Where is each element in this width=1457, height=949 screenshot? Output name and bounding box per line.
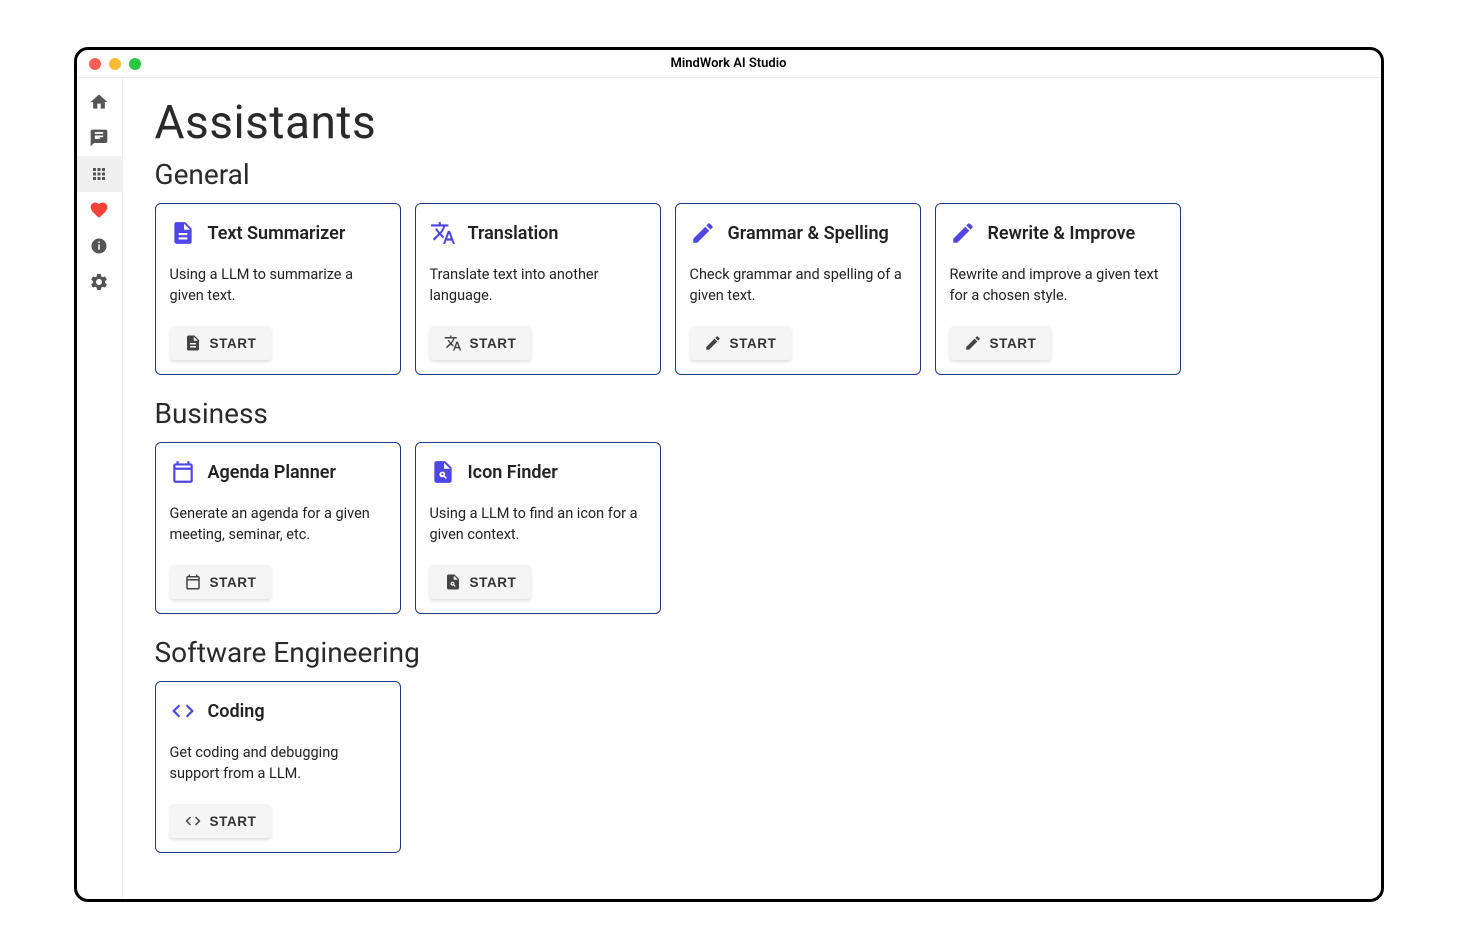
chat-icon bbox=[89, 128, 109, 148]
main-content: Assistants General Text Summarizer Using… bbox=[123, 78, 1381, 899]
document-icon bbox=[184, 334, 202, 352]
edit-icon bbox=[964, 334, 982, 352]
card-grid-general: Text Summarizer Using a LLM to summarize… bbox=[155, 203, 1349, 375]
section-title-business: Business bbox=[155, 397, 1349, 430]
find-icon bbox=[430, 459, 456, 485]
start-button-label: START bbox=[470, 575, 517, 590]
title-bar: MindWork AI Studio bbox=[77, 50, 1381, 78]
info-icon bbox=[90, 237, 108, 255]
sidebar-item-settings[interactable] bbox=[77, 264, 123, 300]
card-title: Text Summarizer bbox=[208, 223, 346, 244]
apps-icon bbox=[90, 165, 108, 183]
card-grid-business: Agenda Planner Generate an agenda for a … bbox=[155, 442, 1349, 614]
sidebar-item-favorite[interactable] bbox=[77, 192, 123, 228]
section-title-software-engineering: Software Engineering bbox=[155, 636, 1349, 669]
start-button-label: START bbox=[210, 814, 257, 829]
start-button-label: START bbox=[990, 336, 1037, 351]
card-coding: Coding Get coding and debugging support … bbox=[155, 681, 401, 853]
edit-icon bbox=[950, 220, 976, 246]
card-translation: Translation Translate text into another … bbox=[415, 203, 661, 375]
card-title: Grammar & Spelling bbox=[728, 223, 889, 244]
card-description: Generate an agenda for a given meeting, … bbox=[170, 503, 386, 545]
start-button-rewrite-improve[interactable]: START bbox=[950, 326, 1051, 360]
find-icon bbox=[444, 573, 462, 591]
sidebar-item-home[interactable] bbox=[77, 84, 123, 120]
heart-icon bbox=[89, 200, 109, 220]
gear-icon bbox=[89, 272, 109, 292]
page-title: Assistants bbox=[155, 96, 1349, 150]
card-description: Rewrite and improve a given text for a c… bbox=[950, 264, 1166, 306]
translate-icon bbox=[430, 220, 456, 246]
home-icon bbox=[89, 92, 109, 112]
code-icon bbox=[170, 698, 196, 724]
section-title-general: General bbox=[155, 158, 1349, 191]
card-icon-finder: Icon Finder Using a LLM to find an icon … bbox=[415, 442, 661, 614]
start-button-coding[interactable]: START bbox=[170, 804, 271, 838]
sidebar-item-apps[interactable] bbox=[77, 156, 123, 192]
card-description: Translate text into another language. bbox=[430, 264, 646, 306]
start-button-text-summarizer[interactable]: START bbox=[170, 326, 271, 360]
card-description: Get coding and debugging support from a … bbox=[170, 742, 386, 784]
sidebar bbox=[77, 78, 123, 899]
calendar-icon bbox=[184, 573, 202, 591]
card-title: Coding bbox=[208, 701, 265, 722]
start-button-label: START bbox=[470, 336, 517, 351]
calendar-icon bbox=[170, 459, 196, 485]
edit-icon bbox=[690, 220, 716, 246]
close-window-button[interactable] bbox=[89, 58, 101, 70]
sidebar-item-chat[interactable] bbox=[77, 120, 123, 156]
card-rewrite-improve: Rewrite & Improve Rewrite and improve a … bbox=[935, 203, 1181, 375]
translate-icon bbox=[444, 334, 462, 352]
card-text-summarizer: Text Summarizer Using a LLM to summarize… bbox=[155, 203, 401, 375]
card-description: Using a LLM to find an icon for a given … bbox=[430, 503, 646, 545]
document-icon bbox=[170, 220, 196, 246]
edit-icon bbox=[704, 334, 722, 352]
start-button-label: START bbox=[210, 336, 257, 351]
start-button-label: START bbox=[730, 336, 777, 351]
card-title: Translation bbox=[468, 223, 559, 244]
maximize-window-button[interactable] bbox=[129, 58, 141, 70]
traffic-lights bbox=[77, 58, 141, 70]
start-button-agenda-planner[interactable]: START bbox=[170, 565, 271, 599]
code-icon bbox=[184, 812, 202, 830]
start-button-label: START bbox=[210, 575, 257, 590]
card-title: Agenda Planner bbox=[208, 462, 336, 483]
start-button-translation[interactable]: START bbox=[430, 326, 531, 360]
card-description: Using a LLM to summarize a given text. bbox=[170, 264, 386, 306]
window-title: MindWork AI Studio bbox=[77, 56, 1381, 71]
card-agenda-planner: Agenda Planner Generate an agenda for a … bbox=[155, 442, 401, 614]
start-button-icon-finder[interactable]: START bbox=[430, 565, 531, 599]
card-description: Check grammar and spelling of a given te… bbox=[690, 264, 906, 306]
sidebar-item-info[interactable] bbox=[77, 228, 123, 264]
app-window: MindWork AI Studio Ass bbox=[74, 47, 1384, 902]
card-title: Icon Finder bbox=[468, 462, 558, 483]
minimize-window-button[interactable] bbox=[109, 58, 121, 70]
card-title: Rewrite & Improve bbox=[988, 223, 1136, 244]
card-grammar-spelling: Grammar & Spelling Check grammar and spe… bbox=[675, 203, 921, 375]
start-button-grammar-spelling[interactable]: START bbox=[690, 326, 791, 360]
card-grid-software-engineering: Coding Get coding and debugging support … bbox=[155, 681, 1349, 853]
